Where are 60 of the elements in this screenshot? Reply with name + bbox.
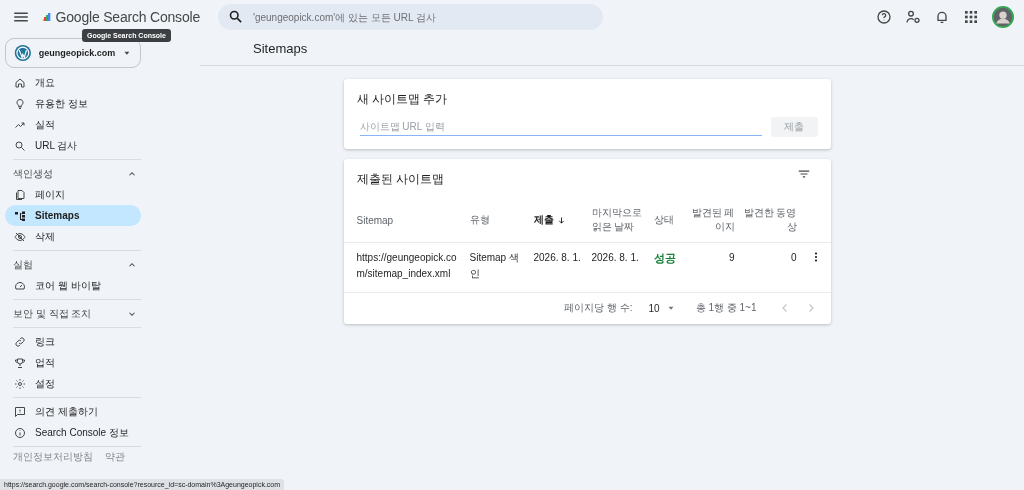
nav-item[interactable]: URL 검사 <box>5 135 141 156</box>
page-range: 총 1행 중 1~1 <box>695 301 757 315</box>
column-header[interactable]: 유형 <box>469 213 490 227</box>
page-title: Sitemaps <box>200 34 1024 66</box>
nav-item[interactable]: 업적 <box>5 352 141 373</box>
product-name[interactable]: Google Search Console <box>55 9 200 25</box>
nav-item[interactable]: 링크 <box>5 331 141 352</box>
card-title: 새 사이트맵 추가 <box>355 91 449 108</box>
bell-icon[interactable] <box>934 9 950 25</box>
nav-item[interactable]: 코어 웹 바이탈 <box>5 275 141 296</box>
hidden-eye-icon <box>14 230 26 243</box>
nav-item[interactable]: 유용한 정보 <box>5 93 141 114</box>
gauge-icon <box>14 279 26 292</box>
lightbulb-icon <box>14 97 26 110</box>
feedback-icon <box>14 405 26 418</box>
column-header[interactable]: 발견한 동영상 <box>741 206 797 234</box>
section-header[interactable]: 보안 및 직접 조치 <box>5 303 141 324</box>
nav-item[interactable]: 페이지 <box>5 184 141 205</box>
home-icon <box>14 76 26 89</box>
table-cell: 2026. 8. 1. <box>591 252 639 263</box>
search-icon <box>228 9 243 24</box>
rows-per-page-label: 페이지당 행 수: <box>564 301 633 315</box>
person-gear-icon[interactable] <box>905 9 921 25</box>
table-cell: https://geungeopick.com/sitemap_index.xml <box>356 252 457 279</box>
section-header[interactable]: 실험 <box>5 254 141 275</box>
column-header[interactable]: 제출 <box>533 213 566 227</box>
status-text: 성공 <box>653 252 676 264</box>
table-cell: 0 <box>790 252 797 263</box>
help-icon[interactable] <box>876 9 892 25</box>
trophy-icon <box>14 356 26 369</box>
rows-per-page-dropdown[interactable]: 10 <box>640 302 684 314</box>
column-header[interactable]: 상태 <box>653 213 674 227</box>
nav-item[interactable]: Search Console 정보 <box>5 422 141 443</box>
nav-item[interactable]: 개요 <box>5 72 141 93</box>
nav-item[interactable]: Sitemaps <box>5 205 141 226</box>
pages-icon <box>14 188 26 201</box>
wordpress-logo-icon <box>14 44 32 62</box>
sort-down-arrow-icon <box>556 215 566 225</box>
apps-grid-icon[interactable] <box>963 9 979 25</box>
footer-link[interactable]: 약관 <box>105 450 125 464</box>
avatar-icon[interactable] <box>992 6 1014 28</box>
search-icon <box>14 139 26 152</box>
card-title: 제출된 사이트맵 <box>355 171 445 188</box>
link-icon <box>14 335 26 348</box>
nav-item[interactable]: 삭제 <box>5 226 141 247</box>
nav-item[interactable]: 실적 <box>5 114 141 135</box>
table-cell: 2026. 8. 1. <box>533 252 581 263</box>
nav-item[interactable]: 설정 <box>5 373 141 394</box>
column-header[interactable]: Sitemap <box>356 214 394 226</box>
search-field[interactable]: 'geungeopick.com'에 있는 모든 URL 검사 <box>218 4 603 30</box>
column-header[interactable]: 발견된 페이지 <box>689 206 735 234</box>
settings-icon <box>14 377 26 390</box>
sitemap-icon <box>14 209 26 222</box>
table-cell: Sitemap 색인 <box>469 252 519 279</box>
column-header[interactable]: 마지막으로 읽은 날짜 <box>591 206 647 234</box>
footer-link[interactable]: 개인정보처리방침 <box>13 450 93 464</box>
nav-item[interactable]: 의견 제출하기 <box>5 401 141 422</box>
section-header[interactable]: 색인생성 <box>5 163 141 184</box>
info-icon <box>14 426 26 439</box>
table-cell: 9 <box>728 252 735 263</box>
